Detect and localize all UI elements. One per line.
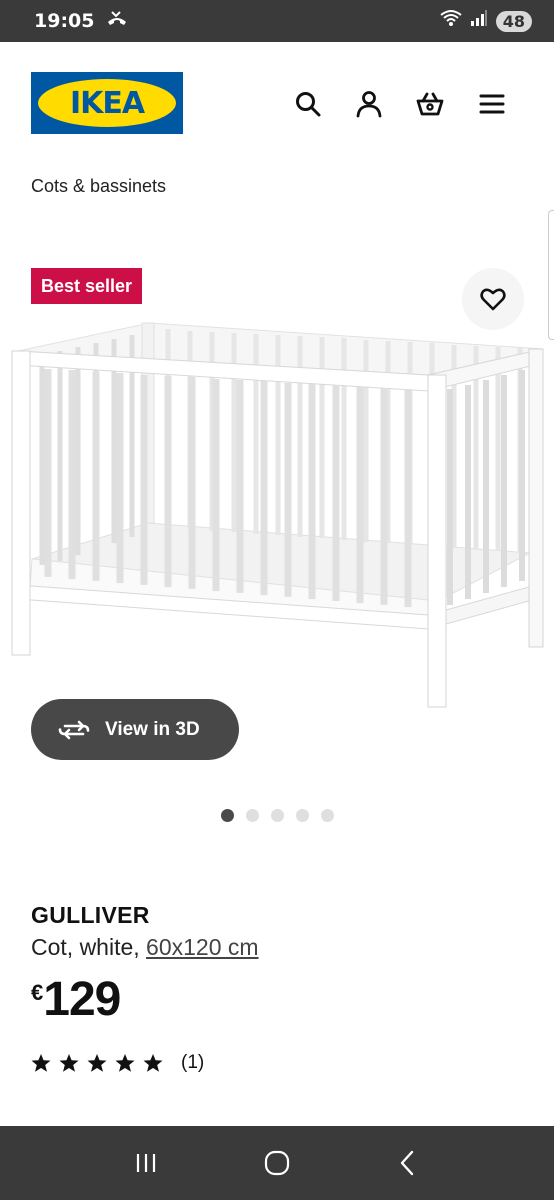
product-type: Cot, white, — [31, 934, 147, 960]
star-icon — [115, 1054, 135, 1072]
menu-icon[interactable] — [477, 89, 507, 119]
back-icon — [401, 1150, 414, 1176]
site-header: IKEA — [0, 42, 554, 162]
home-button[interactable] — [257, 1143, 297, 1183]
recent-apps-icon — [136, 1154, 155, 1172]
star-icon — [87, 1054, 107, 1072]
view-in-3d-label: View in 3D — [105, 718, 200, 740]
product-price: € 129 — [31, 972, 121, 1028]
star-icon — [143, 1054, 163, 1072]
product-name: GULLIVER — [31, 902, 150, 928]
logo-text: IKEA — [69, 85, 145, 121]
carousel-indicator — [221, 809, 334, 822]
star-icon — [59, 1054, 79, 1072]
size-link[interactable]: 60x120 cm — [146, 934, 259, 960]
basket-icon[interactable] — [415, 89, 445, 119]
home-icon — [264, 1150, 290, 1176]
carousel-dot[interactable] — [271, 809, 284, 822]
product-rating[interactable]: (1) — [31, 1052, 204, 1074]
ikea-logo[interactable]: IKEA — [31, 72, 183, 134]
missed-call-icon — [106, 10, 128, 33]
back-button[interactable] — [388, 1143, 428, 1183]
system-navigation-bar — [0, 1126, 554, 1200]
view-in-3d-button[interactable]: View in 3D — [31, 699, 239, 760]
price-value: 129 — [43, 973, 121, 1026]
account-icon[interactable] — [354, 89, 384, 119]
carousel-dot[interactable] — [321, 809, 334, 822]
best-seller-badge: Best seller — [31, 268, 143, 304]
recent-apps-button[interactable] — [126, 1143, 166, 1183]
product-description: Cot, white, 60x120 cm — [31, 934, 259, 961]
carousel-dot[interactable] — [296, 809, 309, 822]
carousel-dot[interactable] — [221, 809, 234, 822]
breadcrumb[interactable]: Cots & bassinets — [31, 176, 166, 197]
battery-level: 48 — [495, 10, 532, 32]
status-time: 19:05 — [34, 10, 95, 32]
heart-icon — [480, 288, 506, 311]
carousel-dot[interactable] — [246, 809, 259, 822]
star-icon — [31, 1054, 51, 1072]
rotate-3d-icon — [58, 720, 90, 739]
product-image-cot[interactable] — [8, 315, 548, 715]
scroll-handle[interactable] — [548, 210, 554, 340]
price-currency: € — [31, 980, 44, 1005]
signal-icon — [470, 9, 488, 33]
review-count: (1) — [181, 1052, 205, 1073]
search-icon[interactable] — [293, 89, 323, 119]
favourite-button[interactable] — [462, 268, 524, 330]
status-bar: 19:05 48 — [0, 0, 554, 42]
wifi-icon — [440, 9, 462, 33]
